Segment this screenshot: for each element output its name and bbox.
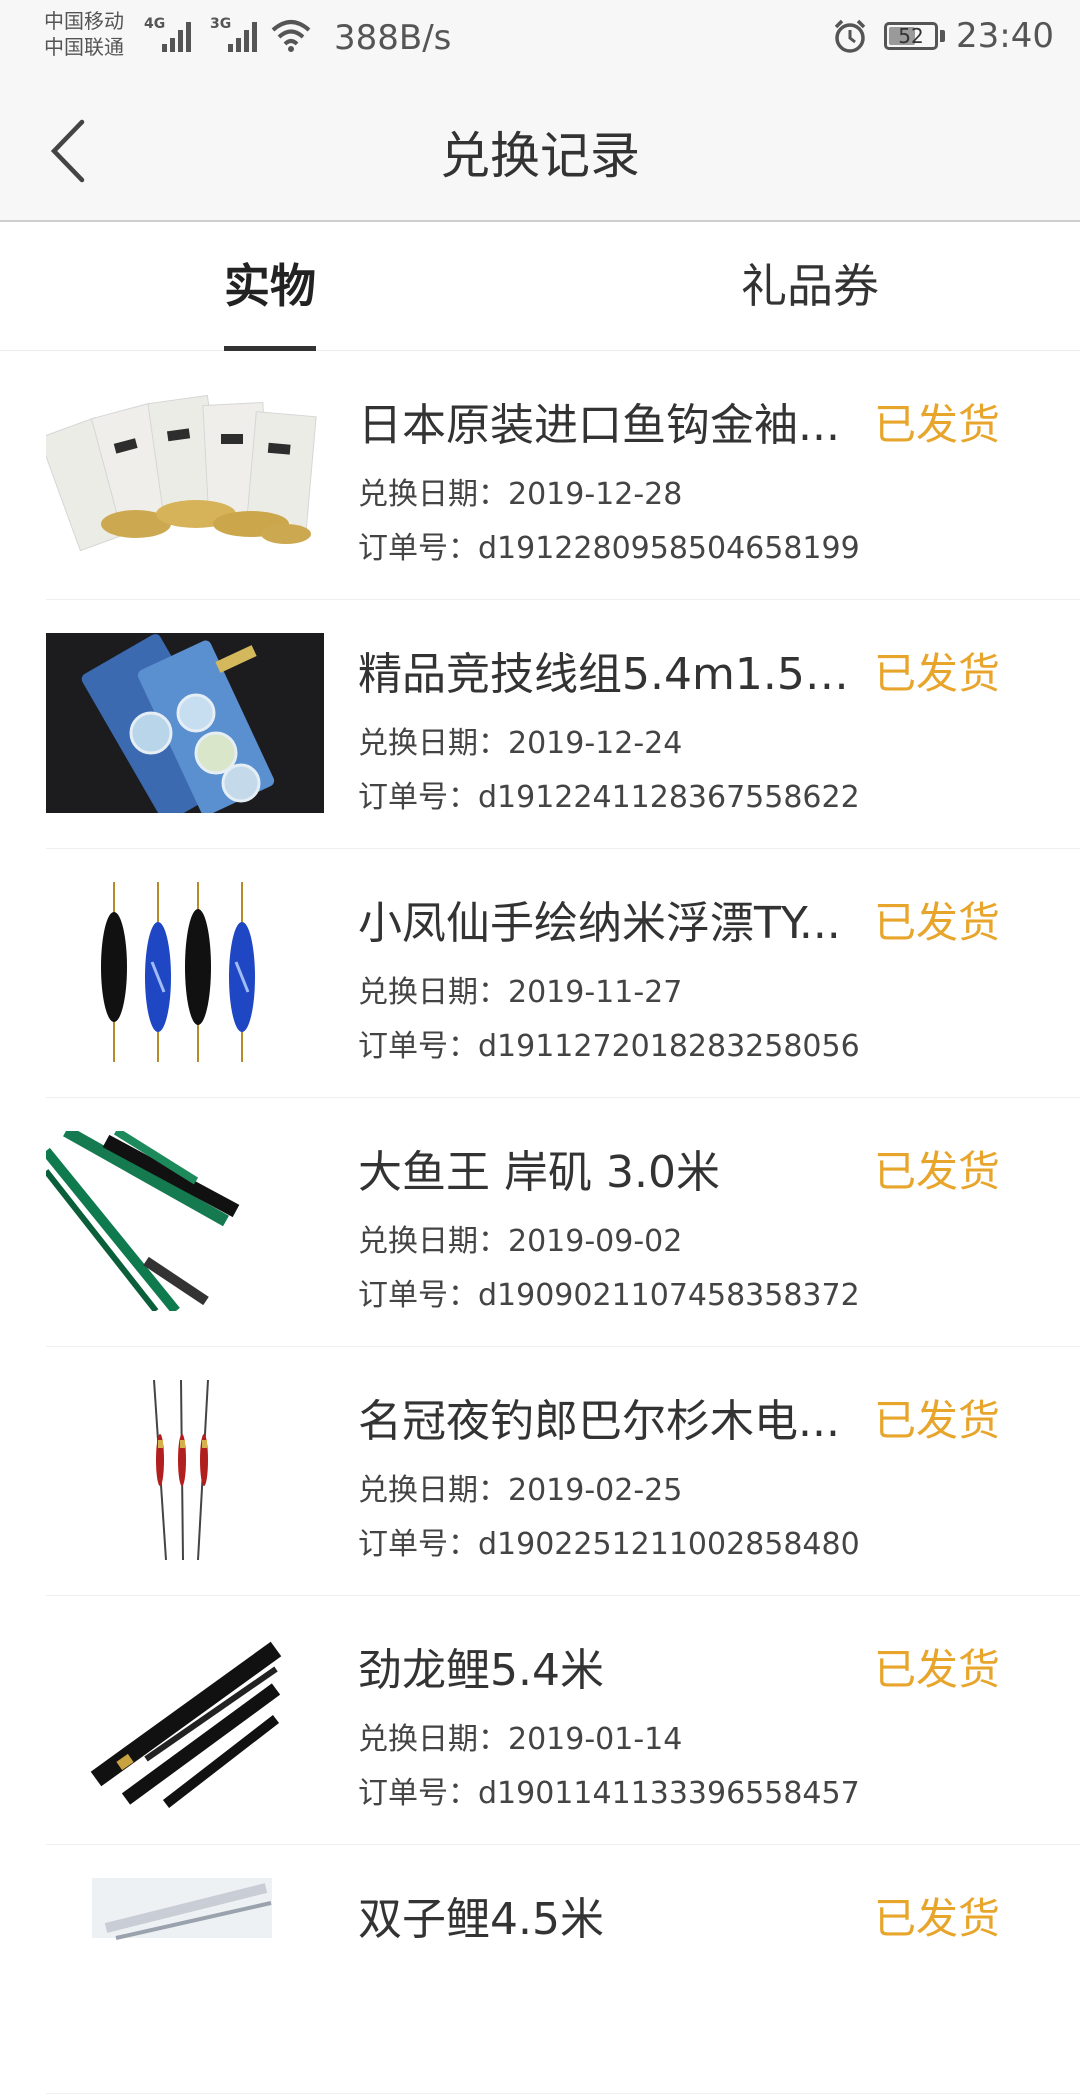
carrier-1: 中国移动 <box>44 9 124 33</box>
product-name: 小凤仙手绘纳米浮漂TY... <box>358 898 841 949</box>
list-item[interactable]: 精品竞技线组5.4m1.5#... 兑换日期：2019-12-24 订单号：d1… <box>46 600 1080 849</box>
redemption-list: 日本原装进口鱼钩金袖... 兑换日期：2019-12-28 订单号：d19122… <box>0 351 1080 2094</box>
product-image <box>46 1131 324 1311</box>
list-item[interactable]: 日本原装进口鱼钩金袖... 兑换日期：2019-12-28 订单号：d19122… <box>46 351 1080 600</box>
exchange-date: 兑换日期：2019-09-02 <box>358 1224 683 1259</box>
battery-tip <box>940 30 945 42</box>
product-name: 名冠夜钓郎巴尔杉木电... <box>358 1396 840 1447</box>
page-title: 兑换记录 <box>440 127 640 185</box>
product-name: 劲龙鲤5.4米 <box>358 1645 604 1696</box>
signal-icon <box>228 22 257 52</box>
status-badge: 已发货 <box>873 898 1000 947</box>
network-speed: 388B/s <box>334 18 452 58</box>
product-image <box>46 633 324 813</box>
status-badge: 已发货 <box>873 1894 1000 1943</box>
status-badge: 已发货 <box>873 649 1000 698</box>
exchange-date: 兑换日期：2019-11-27 <box>358 975 683 1010</box>
order-number: 订单号：d1901141133396558457 <box>358 1776 860 1811</box>
product-image <box>46 384 324 564</box>
list-item[interactable]: 劲龙鲤5.4米 兑换日期：2019-01-14 订单号：d19011411333… <box>46 1596 1080 1845</box>
exchange-date: 兑换日期：2019-02-25 <box>358 1473 683 1508</box>
product-name: 大鱼王 岸矶 3.0米 <box>358 1147 720 1198</box>
status-bar: 中国移动 中国联通 4G 3G 388B/s 52 23:40 <box>0 0 1080 80</box>
product-image <box>46 1380 324 1560</box>
tab-physical[interactable]: 实物 <box>140 222 400 350</box>
tab-bar: 实物 礼品券 <box>0 222 1080 351</box>
status-badge: 已发货 <box>873 1147 1000 1196</box>
product-image <box>46 882 324 1062</box>
list-item[interactable]: 名冠夜钓郎巴尔杉木电... 兑换日期：2019-02-25 订单号：d19022… <box>46 1347 1080 1596</box>
carrier-labels: 中国移动 中国联通 <box>44 8 124 60</box>
exchange-date: 兑换日期：2019-01-14 <box>358 1722 683 1757</box>
alarm-icon <box>834 19 866 53</box>
product-name: 日本原装进口鱼钩金袖... <box>358 400 840 451</box>
list-item[interactable]: 小凤仙手绘纳米浮漂TY... 兑换日期：2019-11-27 订单号：d1911… <box>46 849 1080 1098</box>
product-name: 双子鲤4.5米 <box>358 1894 604 1945</box>
exchange-date: 兑换日期：2019-12-24 <box>358 726 683 761</box>
order-number: 订单号：d1909021107458358372 <box>358 1278 860 1313</box>
wifi-icon <box>271 20 311 52</box>
clock: 23:40 <box>956 16 1054 56</box>
list-item[interactable]: 双子鲤4.5米 已发货 <box>46 1845 1080 2094</box>
status-badge: 已发货 <box>873 1645 1000 1694</box>
battery-level: 52 <box>898 24 924 48</box>
status-badge: 已发货 <box>873 400 1000 449</box>
product-image <box>46 1878 324 2058</box>
tab-vouchers[interactable]: 礼品券 <box>680 222 940 350</box>
product-name: 精品竞技线组5.4m1.5#... <box>358 649 878 700</box>
status-badge: 已发货 <box>873 1396 1000 1445</box>
signal-icon <box>162 22 191 52</box>
product-image <box>46 1629 324 1809</box>
order-number: 订单号：d1911272018283258056 <box>358 1029 860 1064</box>
order-number: 订单号：d1912280958504658199 <box>358 531 860 566</box>
order-number: 订单号：d1902251211002858480 <box>358 1527 860 1562</box>
list-item[interactable]: 大鱼王 岸矶 3.0米 兑换日期：2019-09-02 订单号：d1909021… <box>46 1098 1080 1347</box>
order-number: 订单号：d1912241128367558622 <box>358 780 860 815</box>
exchange-date: 兑换日期：2019-12-28 <box>358 477 683 512</box>
carrier-2: 中国联通 <box>44 35 124 59</box>
app-header: 兑换记录 <box>0 80 1080 222</box>
